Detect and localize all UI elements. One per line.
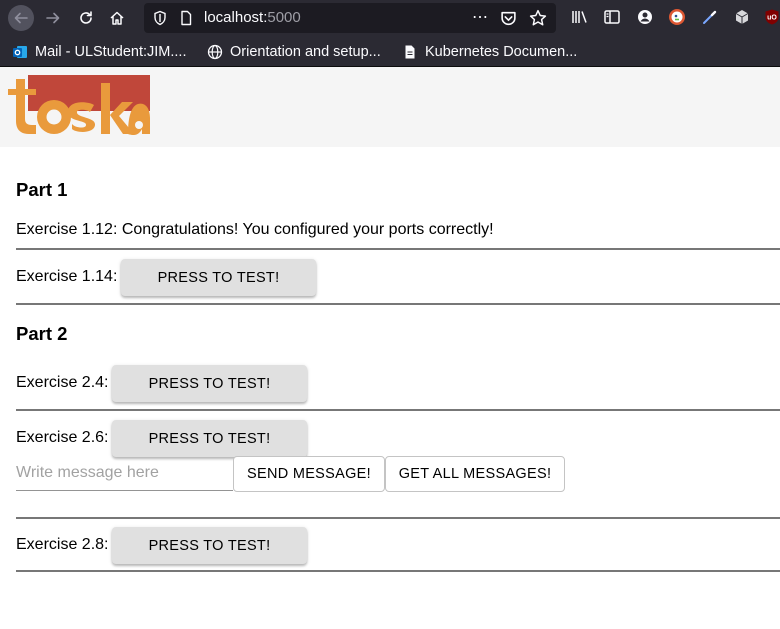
send-message-button[interactable]: SEND MESSAGE! (233, 456, 385, 492)
exercise-1-14-test-button[interactable]: PRESS TO TEST! (121, 259, 316, 296)
bookmark-orientation[interactable]: Orientation and setup... (207, 42, 381, 62)
app-header (0, 67, 780, 147)
divider (16, 409, 780, 411)
toska-logo[interactable] (8, 75, 150, 137)
part1-heading: Part 1 (16, 179, 68, 200)
pocket-icon[interactable] (500, 10, 517, 27)
color-picker-icon[interactable] (701, 8, 719, 26)
extension-cube-icon[interactable] (733, 8, 751, 26)
home-button[interactable] (104, 5, 130, 31)
divider (16, 303, 780, 305)
forward-button[interactable] (40, 5, 66, 31)
exercise-1-14-label: Exercise 1.14: (16, 268, 118, 285)
account-icon[interactable] (636, 8, 654, 26)
get-all-messages-button[interactable]: GET ALL MESSAGES! (385, 456, 565, 492)
shield-icon[interactable] (152, 10, 168, 26)
browser-toolbar: localhost:5000 ⋯ uO (0, 0, 780, 36)
bookmark-star-icon[interactable] (529, 9, 547, 27)
reload-button[interactable] (73, 5, 99, 31)
url-port: 5000 (267, 9, 301, 26)
bookmark-kubernetes[interactable]: Kubernetes Documen... (402, 42, 577, 62)
bookmark-mail[interactable]: Mail - ULStudent:JIM.... (12, 42, 187, 62)
page-viewport: Part 1 Exercise 1.12: Congratulations! Y… (0, 67, 780, 629)
page-info-icon[interactable] (178, 10, 194, 26)
bookmarks-bar: Mail - ULStudent:JIM.... Orientation and… (0, 36, 780, 67)
reload-icon (80, 11, 92, 24)
exercise-2-4-label: Exercise 2.4: (16, 374, 109, 391)
bookmark-label: Kubernetes Documen... (425, 44, 578, 60)
outlook-icon (12, 44, 28, 60)
bookmark-label: Mail - ULStudent:JIM.... (35, 44, 187, 60)
exercise-2-8-label: Exercise 2.8: (16, 536, 109, 553)
sidebar-icon[interactable] (603, 8, 621, 26)
library-icon[interactable] (571, 8, 589, 26)
exercise-2-4-test-button[interactable]: PRESS TO TEST! (112, 365, 307, 402)
message-input[interactable] (16, 455, 233, 491)
back-button[interactable] (8, 5, 34, 31)
arrow-right-icon (46, 12, 60, 24)
arrow-left-icon (14, 12, 28, 24)
exercise-2-6-label: Exercise 2.6: (16, 429, 109, 446)
divider (16, 248, 780, 250)
address-bar[interactable]: localhost:5000 ⋯ (144, 3, 556, 33)
home-icon (110, 11, 124, 25)
exercise-2-8-test-button[interactable]: PRESS TO TEST! (112, 527, 307, 564)
divider (16, 517, 780, 519)
part2-heading: Part 2 (16, 323, 68, 344)
url-host: localhost: (204, 9, 268, 26)
ublock-icon[interactable]: uO (763, 8, 780, 26)
page-actions-icon[interactable]: ⋯ (472, 7, 489, 27)
exercise-2-6-test-button[interactable]: PRESS TO TEST! (112, 420, 307, 457)
document-icon (402, 44, 418, 60)
svg-text:uO: uO (767, 15, 777, 22)
duckduckgo-icon[interactable] (668, 8, 686, 26)
divider (16, 570, 780, 572)
globe-icon (207, 44, 223, 60)
bookmark-label: Orientation and setup... (230, 44, 381, 60)
url-text[interactable]: localhost:5000 (204, 9, 301, 26)
exercise-1-12-text: Exercise 1.12: Congratulations! You conf… (16, 221, 494, 238)
